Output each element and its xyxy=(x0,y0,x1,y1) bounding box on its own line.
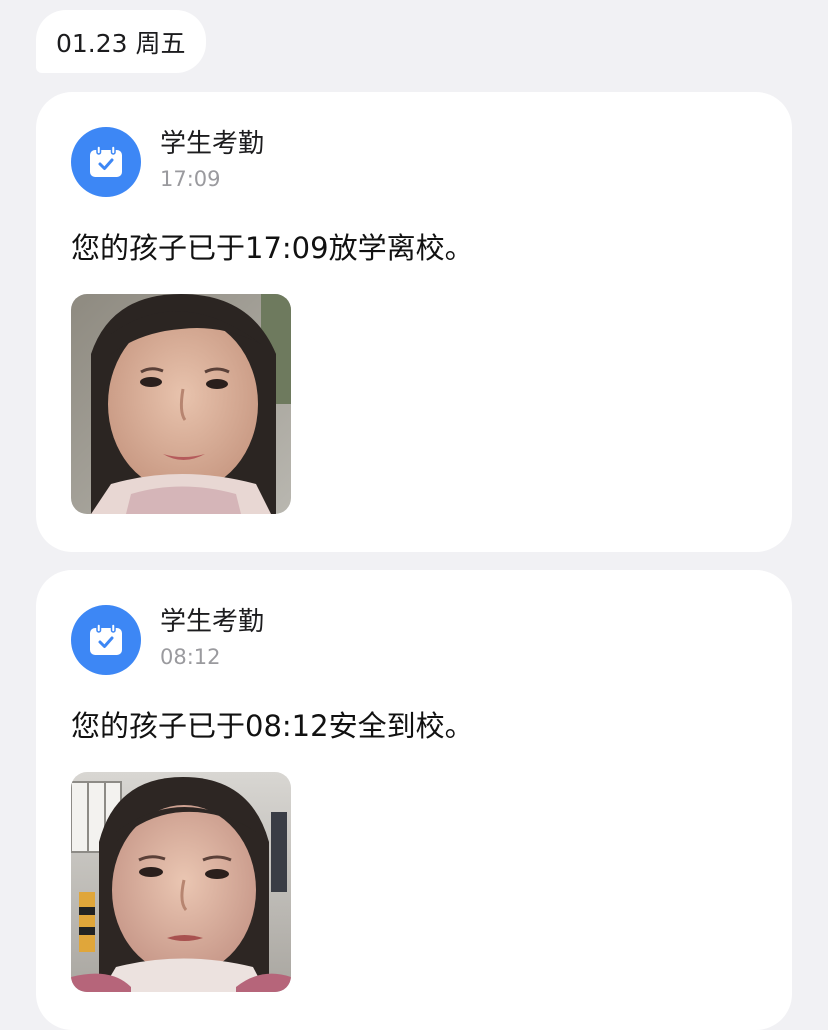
calendar-check-icon xyxy=(71,605,141,675)
record-time: 17:09 xyxy=(160,167,221,191)
record-time: 08:12 xyxy=(160,645,221,669)
attendance-card[interactable]: 学生考勤 08:12 您的孩子已于08:12安全到校。 xyxy=(36,570,792,1030)
app-name: 学生考勤 xyxy=(160,129,265,159)
attendance-card[interactable]: 学生考勤 17:09 您的孩子已于17:09放学离校。 xyxy=(36,92,792,552)
student-photo[interactable] xyxy=(71,772,291,992)
app-name: 学生考勤 xyxy=(160,607,265,637)
calendar-check-icon xyxy=(71,127,141,197)
date-chip: 01.23 周五 xyxy=(36,10,206,73)
attendance-message: 您的孩子已于17:09放学离校。 xyxy=(71,231,474,265)
student-photo[interactable] xyxy=(71,294,291,514)
attendance-message: 您的孩子已于08:12安全到校。 xyxy=(71,709,474,743)
